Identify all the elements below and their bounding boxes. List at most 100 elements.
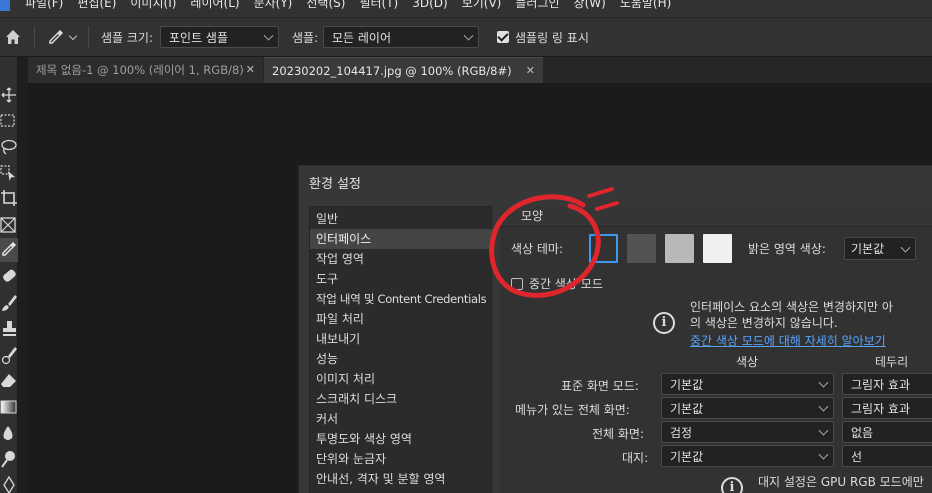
full-screen-color-select[interactable]: 검정: [661, 421, 834, 443]
menu-3d[interactable]: 3D(D): [405, 0, 454, 9]
chevron-down-icon: [263, 30, 274, 41]
menu-help[interactable]: 도움말(H): [613, 0, 679, 9]
chevron-down-icon: [900, 242, 911, 253]
standard-screen-color-select[interactable]: 기본값: [661, 373, 834, 395]
row-label-artboards: 대지:: [622, 451, 649, 465]
theme-swatch-light[interactable]: [665, 234, 694, 263]
artboards-border-select[interactable]: 선: [842, 445, 932, 467]
nav-item-image-processing[interactable]: 이미지 처리: [310, 369, 493, 389]
nav-item-interface[interactable]: 인터페이스: [310, 229, 493, 249]
nav-item-label: 작업 내역 및 Content Credentials: [316, 292, 487, 306]
pen-tool-icon[interactable]: [0, 475, 18, 493]
document-tabs: 제목 없음-1 @ 100% (레이어 1, RGB/8) ✕ 20230202…: [28, 57, 932, 83]
menu-file[interactable]: 파일(F): [18, 0, 70, 9]
medium-gray-mode-label: 중간 색상 모드: [529, 277, 603, 291]
document-tab-jpg[interactable]: 20230202_104417.jpg @ 100% (RGB/8#) ✕: [264, 57, 543, 83]
clone-stamp-tool-icon[interactable]: [0, 319, 18, 339]
divider: [88, 26, 89, 48]
nav-item-guides[interactable]: 안내선, 격자 및 분할 영역: [310, 469, 493, 489]
select-value: 없음: [851, 425, 874, 440]
nav-item-units[interactable]: 단위와 눈금자: [310, 449, 493, 469]
row-label-standard-screen: 표준 화면 모드:: [561, 379, 639, 393]
frame-tool-icon[interactable]: [0, 215, 18, 235]
row-label-full-screen: 전체 화면:: [592, 427, 645, 441]
menu-filter[interactable]: 필터(T): [352, 0, 405, 9]
nav-item-cursors[interactable]: 커서: [310, 409, 493, 429]
options-bar: 샘플 크기: 포인트 샘플 샘플: 모든 레이어 샘플링 링 표시: [0, 17, 932, 57]
menu-type[interactable]: 문자(Y): [247, 0, 300, 9]
full-screen-menus-color-select[interactable]: 기본값: [661, 397, 834, 419]
chevron-down-icon: [818, 425, 829, 436]
dodge-tool-icon[interactable]: [0, 449, 18, 469]
menu-image[interactable]: 이미지(I): [123, 0, 183, 9]
menu-layer[interactable]: 레이어(L): [183, 0, 246, 9]
highlight-color-select[interactable]: 기본값: [844, 237, 916, 260]
move-tool-icon[interactable]: [0, 85, 18, 105]
artboards-color-select[interactable]: 기본값: [661, 445, 834, 467]
theme-swatch-lightest[interactable]: [703, 234, 732, 263]
nav-item-transparency[interactable]: 투명도와 색상 영역: [310, 429, 493, 449]
preferences-dialog: 환경 설정 일반 인터페이스 작업 영역 도구 작업 내역 및 Content …: [298, 165, 932, 493]
section-title: 모양: [521, 209, 544, 223]
theme-swatch-darkest[interactable]: [589, 234, 618, 263]
eyedropper-icon[interactable]: [47, 28, 65, 46]
full-screen-border-select[interactable]: 없음: [842, 421, 932, 443]
column-header-color: 색상: [736, 355, 759, 369]
select-value: 기본값: [670, 449, 704, 464]
blur-tool-icon[interactable]: [0, 423, 18, 443]
sample-size-value: 포인트 샘플: [169, 30, 229, 45]
crop-tool-icon[interactable]: [0, 189, 18, 209]
app-logo: [0, 0, 10, 11]
close-icon[interactable]: ✕: [246, 63, 255, 76]
eyedropper-tool-active[interactable]: [0, 238, 18, 262]
brush-tool-icon[interactable]: [0, 293, 18, 313]
theme-swatch-dark[interactable]: [627, 234, 656, 263]
highlight-color-value: 기본값: [851, 242, 885, 256]
menu-plugins[interactable]: 플러그인: [508, 0, 566, 9]
sample-size-select[interactable]: 포인트 샘플: [160, 26, 279, 48]
object-selection-tool-icon[interactable]: [0, 163, 18, 183]
select-value: 검정: [670, 425, 693, 440]
highlight-color-label: 밝은 영역 색상:: [748, 242, 826, 256]
lasso-tool-icon[interactable]: [0, 137, 18, 157]
nav-item-history[interactable]: 작업 내역 및 Content Credentials: [310, 289, 493, 309]
dialog-title: 환경 설정: [309, 177, 361, 192]
divider: [34, 26, 35, 48]
artboard-note: 대지 설정은 GPU RGB 모드에만: [758, 475, 924, 489]
tool-preset-chevron-icon[interactable]: [68, 31, 78, 41]
nav-item-workspace[interactable]: 작업 영역: [310, 249, 493, 269]
menu-window[interactable]: 창(W): [567, 0, 613, 9]
show-sampling-ring-checkbox[interactable]: [497, 31, 509, 43]
sample-value: 모든 레이어: [332, 30, 392, 45]
chevron-down-icon: [818, 401, 829, 412]
medium-gray-mode-checkbox[interactable]: [511, 278, 523, 290]
menu-edit[interactable]: 편집(E): [70, 0, 123, 9]
select-value: 그림자 효과: [851, 401, 911, 416]
nav-item-tools[interactable]: 도구: [310, 269, 493, 289]
nav-item-performance[interactable]: 성능: [310, 349, 493, 369]
menu-view[interactable]: 보기(V): [455, 0, 509, 9]
sample-size-label: 샘플 크기:: [101, 31, 154, 45]
sample-select[interactable]: 모든 레이어: [323, 26, 479, 48]
nav-item-file-handling[interactable]: 파일 처리: [310, 309, 493, 329]
nav-item-export[interactable]: 내보내기: [310, 329, 493, 349]
info-text-line2: 의 색상은 변경하지 않습니다.: [690, 316, 838, 330]
eraser-tool-icon[interactable]: [0, 371, 18, 391]
document-tab-untitled[interactable]: 제목 없음-1 @ 100% (레이어 1, RGB/8) ✕: [28, 57, 263, 83]
learn-more-link[interactable]: 중간 색상 모드에 대해 자세히 알아보기: [690, 332, 886, 349]
nav-item-general[interactable]: 일반: [310, 209, 493, 229]
healing-brush-tool-icon[interactable]: [0, 267, 18, 287]
close-icon[interactable]: ✕: [526, 64, 535, 77]
tab-label: 제목 없음-1 @ 100% (레이어 1, RGB/8): [36, 63, 244, 77]
standard-screen-border-select[interactable]: 그림자 효과: [842, 373, 932, 395]
marquee-tool-icon[interactable]: [0, 111, 18, 131]
chevron-down-icon: [463, 30, 474, 41]
select-value: 선: [851, 449, 863, 464]
nav-item-scratch-disks[interactable]: 스크래치 디스크: [310, 389, 493, 409]
menu-select[interactable]: 선택(S): [299, 0, 352, 9]
gradient-tool-icon[interactable]: [0, 397, 18, 417]
history-brush-tool-icon[interactable]: [0, 345, 18, 365]
menu-bar: 파일(F) 편집(E) 이미지(I) 레이어(L) 문자(Y) 선택(S) 필터…: [0, 0, 932, 17]
home-icon[interactable]: [5, 29, 21, 45]
full-screen-menus-border-select[interactable]: 그림자 효과: [842, 397, 932, 419]
